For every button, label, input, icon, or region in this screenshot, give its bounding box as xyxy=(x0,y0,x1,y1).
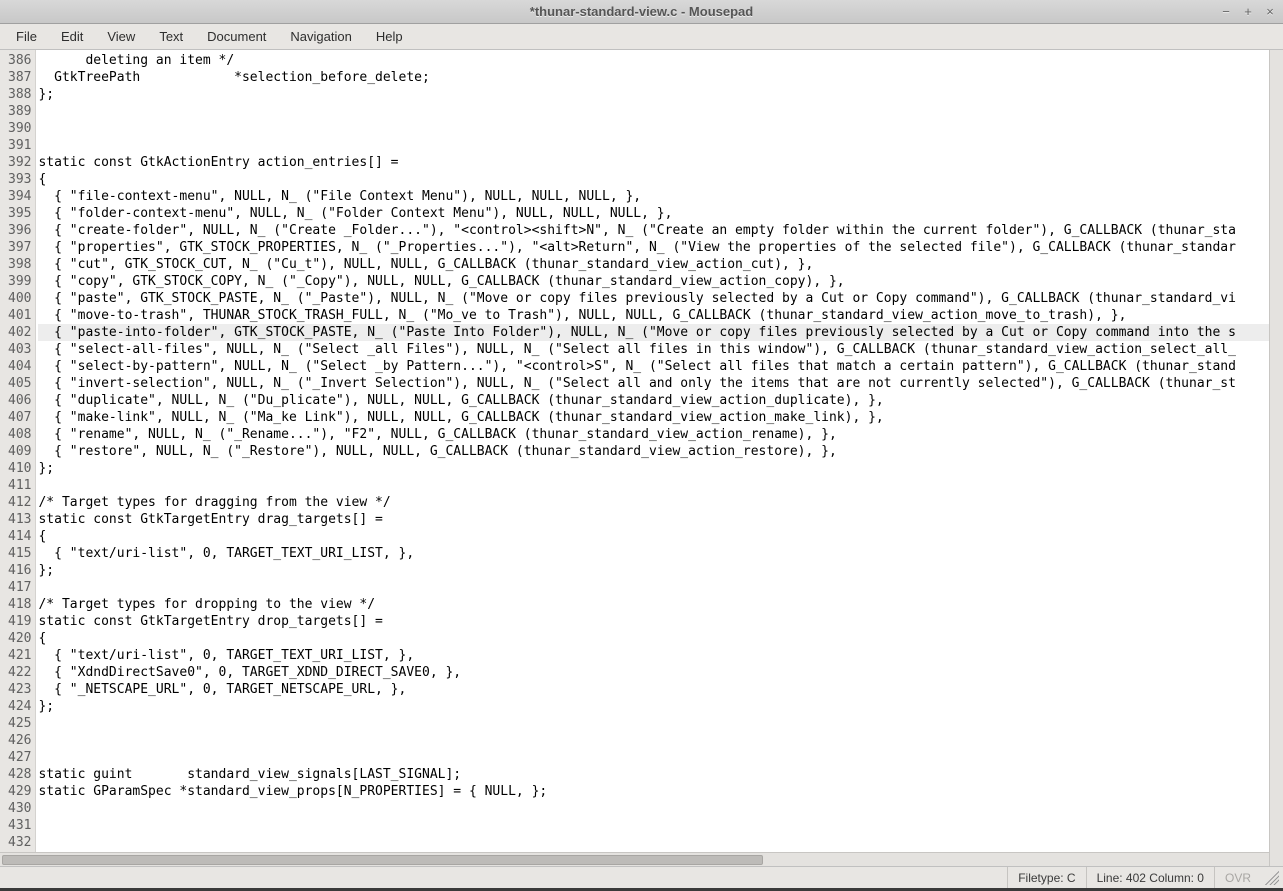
code-line[interactable] xyxy=(38,715,1269,732)
menu-edit[interactable]: Edit xyxy=(51,26,93,47)
status-ovr: OVR xyxy=(1214,867,1261,888)
code-line[interactable] xyxy=(38,477,1269,494)
window-controls: − + × xyxy=(1219,4,1277,19)
menu-document[interactable]: Document xyxy=(197,26,276,47)
code-line[interactable]: { xyxy=(38,171,1269,188)
code-line[interactable]: { xyxy=(38,630,1269,647)
code-line[interactable]: GtkTreePath *selection_before_delete; xyxy=(38,69,1269,86)
code-line[interactable]: { "move-to-trash", THUNAR_STOCK_TRASH_FU… xyxy=(38,307,1269,324)
resize-grip-icon[interactable] xyxy=(1265,871,1279,885)
code-line[interactable]: { "restore", NULL, N_ ("_Restore"), NULL… xyxy=(38,443,1269,460)
code-line[interactable]: }; xyxy=(38,460,1269,477)
menubar: File Edit View Text Document Navigation … xyxy=(0,24,1283,50)
code-line[interactable]: { "_NETSCAPE_URL", 0, TARGET_NETSCAPE_UR… xyxy=(38,681,1269,698)
menu-text[interactable]: Text xyxy=(149,26,193,47)
code-line[interactable]: { "rename", NULL, N_ ("_Rename..."), "F2… xyxy=(38,426,1269,443)
code-line[interactable]: { "copy", GTK_STOCK_COPY, N_ ("_Copy"), … xyxy=(38,273,1269,290)
code-line[interactable]: { "properties", GTK_STOCK_PROPERTIES, N_… xyxy=(38,239,1269,256)
code-content[interactable]: deleting an item */ GtkTreePath *selecti… xyxy=(36,50,1269,866)
code-line[interactable]: { "cut", GTK_STOCK_CUT, N_ ("Cu_t"), NUL… xyxy=(38,256,1269,273)
window-title: *thunar-standard-view.c - Mousepad xyxy=(530,4,753,19)
code-line[interactable]: { "text/uri-list", 0, TARGET_TEXT_URI_LI… xyxy=(38,545,1269,562)
code-line[interactable]: { "duplicate", NULL, N_ ("Du_plicate"), … xyxy=(38,392,1269,409)
editor-area[interactable]: 386 387 388 389 390 391 392 393 394 395 … xyxy=(0,50,1283,866)
code-line[interactable] xyxy=(38,817,1269,834)
close-icon[interactable]: × xyxy=(1263,4,1277,19)
code-line[interactable] xyxy=(38,800,1269,817)
code-line[interactable]: /* Target types for dropping to the view… xyxy=(38,596,1269,613)
code-line[interactable]: { "paste", GTK_STOCK_PASTE, N_ ("_Paste"… xyxy=(38,290,1269,307)
maximize-icon[interactable]: + xyxy=(1241,4,1255,19)
code-line[interactable] xyxy=(38,103,1269,120)
code-line[interactable] xyxy=(38,579,1269,596)
code-line[interactable] xyxy=(38,137,1269,154)
code-line[interactable]: }; xyxy=(38,562,1269,579)
code-line[interactable]: { "select-all-files", NULL, N_ ("Select … xyxy=(38,341,1269,358)
code-line[interactable]: { "create-folder", NULL, N_ ("Create _Fo… xyxy=(38,222,1269,239)
code-line[interactable]: static const GtkActionEntry action_entri… xyxy=(38,154,1269,171)
menu-help[interactable]: Help xyxy=(366,26,413,47)
code-line[interactable]: static GParamSpec *standard_view_props[N… xyxy=(38,783,1269,800)
menu-view[interactable]: View xyxy=(97,26,145,47)
code-line[interactable]: { "text/uri-list", 0, TARGET_TEXT_URI_LI… xyxy=(38,647,1269,664)
statusbar: Filetype: C Line: 402 Column: 0 OVR xyxy=(0,866,1283,888)
code-line[interactable] xyxy=(38,732,1269,749)
line-number-gutter: 386 387 388 389 390 391 392 393 394 395 … xyxy=(0,50,36,866)
code-line[interactable] xyxy=(38,749,1269,766)
scrollbar-thumb[interactable] xyxy=(2,855,763,865)
code-line[interactable]: { "invert-selection", NULL, N_ ("_Invert… xyxy=(38,375,1269,392)
status-filetype: Filetype: C xyxy=(1007,867,1085,888)
status-position: Line: 402 Column: 0 xyxy=(1086,867,1214,888)
horizontal-scrollbar[interactable] xyxy=(0,852,1269,866)
code-line[interactable]: }; xyxy=(38,86,1269,103)
code-line[interactable]: static const GtkTargetEntry drop_targets… xyxy=(38,613,1269,630)
code-line[interactable]: { "make-link", NULL, N_ ("Ma_ke Link"), … xyxy=(38,409,1269,426)
menu-file[interactable]: File xyxy=(6,26,47,47)
code-line[interactable]: /* Target types for dragging from the vi… xyxy=(38,494,1269,511)
code-line[interactable]: { "folder-context-menu", NULL, N_ ("Fold… xyxy=(38,205,1269,222)
code-line[interactable]: { "select-by-pattern", NULL, N_ ("Select… xyxy=(38,358,1269,375)
code-line[interactable] xyxy=(38,834,1269,851)
vertical-scrollbar[interactable] xyxy=(1269,50,1283,866)
minimize-icon[interactable]: − xyxy=(1219,4,1233,19)
code-line[interactable]: }; xyxy=(38,698,1269,715)
code-line[interactable]: deleting an item */ xyxy=(38,52,1269,69)
menu-navigation[interactable]: Navigation xyxy=(280,26,361,47)
code-line[interactable]: { "paste-into-folder", GTK_STOCK_PASTE, … xyxy=(38,324,1269,341)
code-line[interactable]: { xyxy=(38,528,1269,545)
code-line[interactable]: { "XdndDirectSave0", 0, TARGET_XDND_DIRE… xyxy=(38,664,1269,681)
code-line[interactable]: { "file-context-menu", NULL, N_ ("File C… xyxy=(38,188,1269,205)
code-line[interactable]: static guint standard_view_signals[LAST_… xyxy=(38,766,1269,783)
window-titlebar: *thunar-standard-view.c - Mousepad − + × xyxy=(0,0,1283,24)
code-line[interactable] xyxy=(38,120,1269,137)
code-line[interactable]: static const GtkTargetEntry drag_targets… xyxy=(38,511,1269,528)
